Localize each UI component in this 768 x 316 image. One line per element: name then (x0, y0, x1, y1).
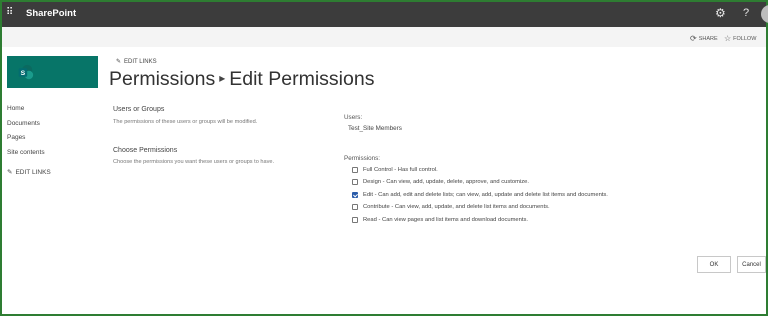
gear-icon[interactable]: ⚙ (715, 7, 727, 19)
breadcrumb-current: Edit Permissions (229, 68, 375, 90)
read-checkbox[interactable] (352, 217, 358, 223)
users-groups-heading: Users or Groups (113, 106, 165, 113)
permissions-label: Permissions: (344, 155, 381, 162)
design-checkbox[interactable] (352, 179, 358, 185)
nav-edit-links[interactable]: ✎ EDIT LINKS (7, 165, 51, 180)
permission-option-read[interactable]: Read - Can view pages and list items and… (352, 217, 528, 223)
nav-item-home[interactable]: Home (7, 104, 51, 119)
contribute-checkbox[interactable] (352, 204, 358, 210)
permission-option-contribute[interactable]: Contribute - Can view, add, update, and … (352, 204, 550, 210)
design-label: Design - Can view, add, update, delete, … (363, 179, 529, 185)
share-button[interactable]: ⟳ SHARE (690, 34, 718, 43)
share-label: SHARE (698, 35, 718, 42)
nav-item-documents[interactable]: Documents (7, 119, 51, 134)
permission-option-design[interactable]: Design - Can view, add, update, delete, … (352, 179, 529, 185)
window-frame (0, 0, 768, 316)
page-title: Permissions ▸ Edit Permissions (109, 68, 374, 91)
read-label: Read - Can view pages and list items and… (363, 217, 528, 223)
pencil-icon: ✎ (116, 59, 122, 65)
svg-text:S: S (21, 70, 26, 77)
follow-button[interactable]: ☆ FOLLOW (724, 34, 756, 43)
permission-option-edit[interactable]: Edit - Can add, edit and delete lists; c… (352, 192, 608, 198)
choose-permissions-heading: Choose Permissions (113, 147, 178, 154)
avatar[interactable] (761, 5, 768, 23)
follow-label: FOLLOW (733, 35, 757, 42)
edit-links-top[interactable]: ✎ EDIT LINKS (116, 58, 157, 66)
sharepoint-logo-icon: S (18, 64, 34, 80)
pencil-icon: ✎ (7, 168, 13, 176)
edit-links-label: EDIT LINKS (124, 58, 157, 65)
full-control-checkbox[interactable] (352, 167, 358, 173)
full-control-label: Full Control - Has full control. (363, 167, 438, 173)
contribute-label: Contribute - Can view, add, update, and … (363, 204, 550, 210)
left-navigation: Home Documents Pages Site contents ✎ EDI… (7, 104, 51, 180)
suite-bar: ⠿ SharePoint ⚙ ? (2, 2, 768, 27)
nav-item-site-contents[interactable]: Site contents (7, 148, 51, 163)
app-launcher-icon[interactable]: ⠿ (6, 8, 16, 18)
breadcrumb-permissions[interactable]: Permissions (109, 68, 215, 90)
share-icon: ⟳ (690, 34, 697, 43)
nav-item-pages[interactable]: Pages (7, 133, 51, 148)
cancel-button[interactable]: Cancel (737, 256, 766, 273)
users-groups-description: The permissions of these users or groups… (113, 119, 258, 125)
permission-option-full-control[interactable]: Full Control - Has full control. (352, 167, 438, 173)
users-label: Users: (344, 114, 363, 121)
breadcrumb-separator-icon: ▸ (219, 71, 226, 85)
users-value: Test_Site Members (348, 125, 402, 132)
nav-edit-links-label: EDIT LINKS (15, 168, 51, 176)
brand-label[interactable]: SharePoint (26, 8, 76, 19)
choose-permissions-description: Choose the permissions you want these us… (113, 159, 275, 165)
ok-button[interactable]: OK (697, 256, 731, 273)
star-icon: ☆ (724, 34, 732, 43)
edit-checkbox[interactable] (352, 192, 358, 198)
command-bar (2, 27, 766, 47)
edit-label: Edit - Can add, edit and delete lists; c… (363, 192, 608, 198)
site-logo[interactable]: S (7, 56, 98, 88)
help-icon[interactable]: ? (743, 7, 749, 19)
